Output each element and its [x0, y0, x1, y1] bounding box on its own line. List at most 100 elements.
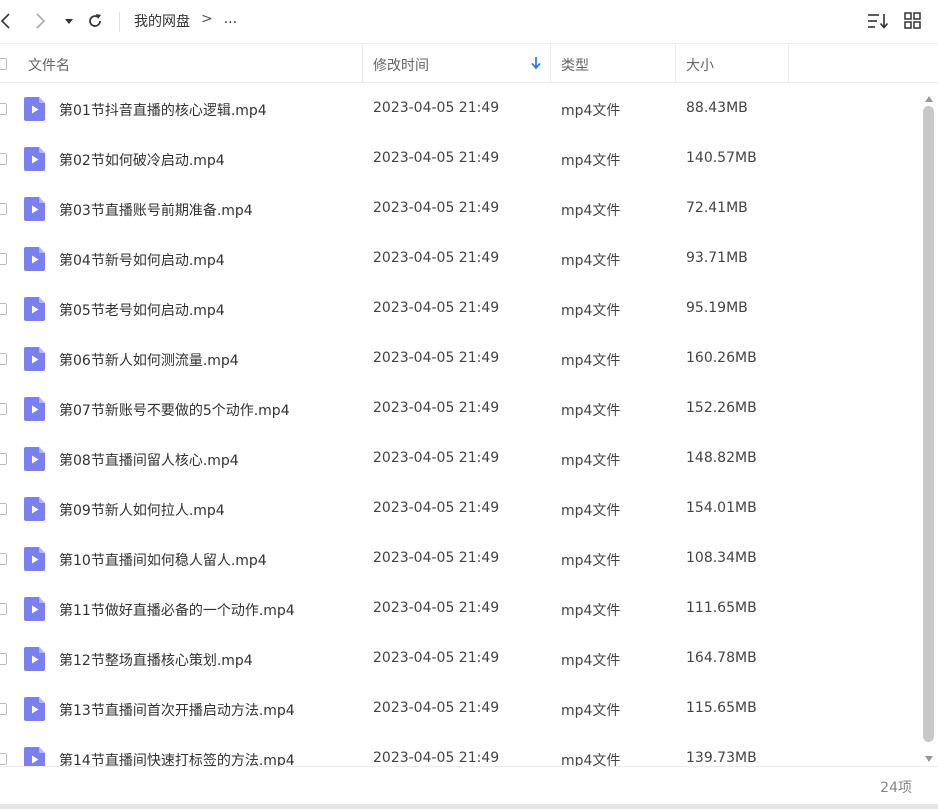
file-modified-time: 2023-04-05 21:49: [373, 200, 500, 216]
row-checkbox[interactable]: [0, 553, 7, 565]
file-list: 第01节抖音直播的核心逻辑.mp4 2023-04-05 21:49 mp4文件 88…: [0, 84, 918, 766]
file-name[interactable]: 第12节整场直播核心策划.mp4: [59, 650, 253, 670]
item-count: 24项: [880, 780, 912, 796]
sort-descending-icon: [530, 56, 542, 74]
breadcrumb-ellipsis[interactable]: ...: [224, 11, 237, 31]
chevron-right-icon[interactable]: [28, 8, 52, 34]
row-checkbox[interactable]: [0, 603, 7, 615]
file-name[interactable]: 第14节直播间快速打标签的方法.mp4: [59, 750, 295, 766]
column-header-type[interactable]: 类型: [561, 55, 589, 75]
file-type: mp4文件: [561, 753, 621, 766]
file-type: mp4文件: [561, 703, 621, 719]
table-row[interactable]: 第02节如何破冷启动.mp4 2023-04-05 21:49 mp4文件 140.5…: [0, 134, 918, 184]
table-row[interactable]: 第03节直播账号前期准备.mp4 2023-04-05 21:49 mp4文件 72.…: [0, 184, 918, 234]
file-name[interactable]: 第11节做好直播必备的一个动作.mp4: [59, 600, 295, 620]
file-type: mp4文件: [561, 353, 621, 369]
file-size: 154.01MB: [686, 500, 757, 516]
scroll-up-icon[interactable]: [924, 88, 934, 107]
file-modified-time: 2023-04-05 21:49: [373, 250, 500, 266]
video-file-icon: [24, 597, 45, 621]
file-type: mp4文件: [561, 553, 621, 569]
table-row[interactable]: 第12节整场直播核心策划.mp4 2023-04-05 21:49 mp4文件 164…: [0, 634, 918, 684]
column-divider[interactable]: [675, 44, 676, 82]
row-checkbox[interactable]: [0, 303, 7, 315]
file-size: 108.34MB: [686, 550, 757, 566]
table-row[interactable]: 第06节新人如何测流量.mp4 2023-04-05 21:49 mp4文件 160.…: [0, 334, 918, 384]
video-file-icon: [24, 147, 45, 171]
video-file-icon: [24, 547, 45, 571]
sort-icon[interactable]: [866, 11, 890, 35]
row-checkbox[interactable]: [0, 703, 7, 715]
file-name[interactable]: 第01节抖音直播的核心逻辑.mp4: [59, 100, 267, 120]
video-file-icon: [24, 747, 45, 766]
video-file-icon: [24, 297, 45, 321]
vertical-scrollbar[interactable]: [920, 84, 938, 766]
caret-down-icon[interactable]: [57, 8, 81, 34]
column-header-size[interactable]: 大小: [686, 55, 714, 75]
scrollbar-thumb[interactable]: [923, 106, 934, 742]
file-modified-time: 2023-04-05 21:49: [373, 350, 500, 366]
table-row[interactable]: 第07节新账号不要做的5个动作.mp4 2023-04-05 21:49 mp4文件…: [0, 384, 918, 434]
row-checkbox[interactable]: [0, 653, 7, 665]
file-modified-time: 2023-04-05 21:49: [373, 150, 500, 166]
file-type: mp4文件: [561, 203, 621, 219]
row-checkbox[interactable]: [0, 753, 7, 765]
table-row[interactable]: 第11节做好直播必备的一个动作.mp4 2023-04-05 21:49 mp4文件…: [0, 584, 918, 634]
video-file-icon: [24, 397, 45, 421]
file-size: 93.71MB: [686, 250, 748, 266]
file-size: 160.26MB: [686, 350, 757, 366]
file-name[interactable]: 第05节老号如何启动.mp4: [59, 300, 225, 320]
table-row[interactable]: 第10节直播间如何稳人留人.mp4 2023-04-05 21:49 mp4文件 10…: [0, 534, 918, 584]
file-name[interactable]: 第03节直播账号前期准备.mp4: [59, 200, 253, 220]
grid-view-icon[interactable]: [903, 11, 923, 35]
file-modified-time: 2023-04-05 21:49: [373, 550, 500, 566]
breadcrumb-root[interactable]: 我的网盘: [134, 11, 190, 31]
table-row[interactable]: 第13节直播间首次开播启动方法.mp4 2023-04-05 21:49 mp4文件…: [0, 684, 918, 734]
file-modified-time: 2023-04-05 21:49: [373, 300, 500, 316]
file-size: 115.65MB: [686, 700, 757, 716]
table-row[interactable]: 第05节老号如何启动.mp4 2023-04-05 21:49 mp4文件 95.19…: [0, 284, 918, 334]
table-row[interactable]: 第04节新号如何启动.mp4 2023-04-05 21:49 mp4文件 93.71…: [0, 234, 918, 284]
row-checkbox[interactable]: [0, 153, 7, 165]
video-file-icon: [24, 347, 45, 371]
table-row[interactable]: 第01节抖音直播的核心逻辑.mp4 2023-04-05 21:49 mp4文件 88…: [0, 84, 918, 134]
file-size: 152.26MB: [686, 400, 757, 416]
column-divider[interactable]: [550, 44, 551, 82]
video-file-icon: [24, 697, 45, 721]
row-checkbox[interactable]: [0, 253, 7, 265]
row-checkbox[interactable]: [0, 353, 7, 365]
column-divider[interactable]: [788, 44, 789, 82]
file-name[interactable]: 第13节直播间首次开播启动方法.mp4: [59, 700, 295, 720]
toolbar-divider: [119, 12, 120, 32]
select-all-checkbox[interactable]: [0, 58, 7, 70]
row-checkbox[interactable]: [0, 403, 7, 415]
row-checkbox[interactable]: [0, 453, 7, 465]
file-name[interactable]: 第02节如何破冷启动.mp4: [59, 150, 225, 170]
file-type: mp4文件: [561, 503, 621, 519]
column-header-mtime[interactable]: 修改时间: [373, 55, 429, 75]
row-checkbox[interactable]: [0, 503, 7, 515]
file-type: mp4文件: [561, 253, 621, 269]
file-name[interactable]: 第06节新人如何测流量.mp4: [59, 350, 239, 370]
file-name[interactable]: 第04节新号如何启动.mp4: [59, 250, 225, 270]
chevron-left-icon[interactable]: [0, 8, 18, 34]
file-type: mp4文件: [561, 403, 621, 419]
file-modified-time: 2023-04-05 21:49: [373, 600, 500, 616]
table-row[interactable]: 第08节直播间留人核心.mp4 2023-04-05 21:49 mp4文件 148.…: [0, 434, 918, 484]
refresh-icon[interactable]: [83, 8, 107, 34]
table-row[interactable]: 第14节直播间快速打标签的方法.mp4 2023-04-05 21:49 mp4文件…: [0, 734, 918, 766]
table-row[interactable]: 第09节新人如何拉人.mp4 2023-04-05 21:49 mp4文件 154.0…: [0, 484, 918, 534]
status-bar: 24项: [0, 766, 938, 804]
file-modified-time: 2023-04-05 21:49: [373, 450, 500, 466]
breadcrumb: 我的网盘 > ...: [134, 11, 237, 31]
file-name[interactable]: 第08节直播间留人核心.mp4: [59, 450, 239, 470]
file-name[interactable]: 第09节新人如何拉人.mp4: [59, 500, 225, 520]
row-checkbox[interactable]: [0, 103, 7, 115]
row-checkbox[interactable]: [0, 203, 7, 215]
file-name[interactable]: 第07节新账号不要做的5个动作.mp4: [59, 400, 290, 420]
file-size: 140.57MB: [686, 150, 757, 166]
file-name[interactable]: 第10节直播间如何稳人留人.mp4: [59, 550, 267, 570]
column-divider[interactable]: [362, 44, 363, 82]
scroll-down-icon[interactable]: [924, 748, 934, 767]
column-header-name[interactable]: 文件名: [28, 55, 70, 75]
